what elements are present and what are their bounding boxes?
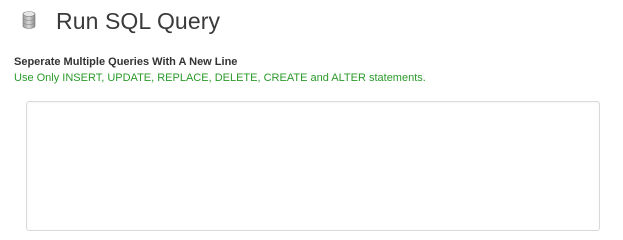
instructions-main-text: Seperate Multiple Queries With A New Lin…	[14, 56, 238, 68]
instructions: Seperate Multiple Queries With A New Lin…	[14, 55, 426, 85]
page-title: Run SQL Query	[56, 8, 221, 34]
sql-query-input[interactable]	[26, 101, 600, 231]
page-header: Run SQL Query	[0, 0, 623, 44]
database-icon	[22, 11, 36, 29]
instructions-allowed-statements-note: Use Only INSERT, UPDATE, REPLACE, DELETE…	[14, 72, 426, 84]
